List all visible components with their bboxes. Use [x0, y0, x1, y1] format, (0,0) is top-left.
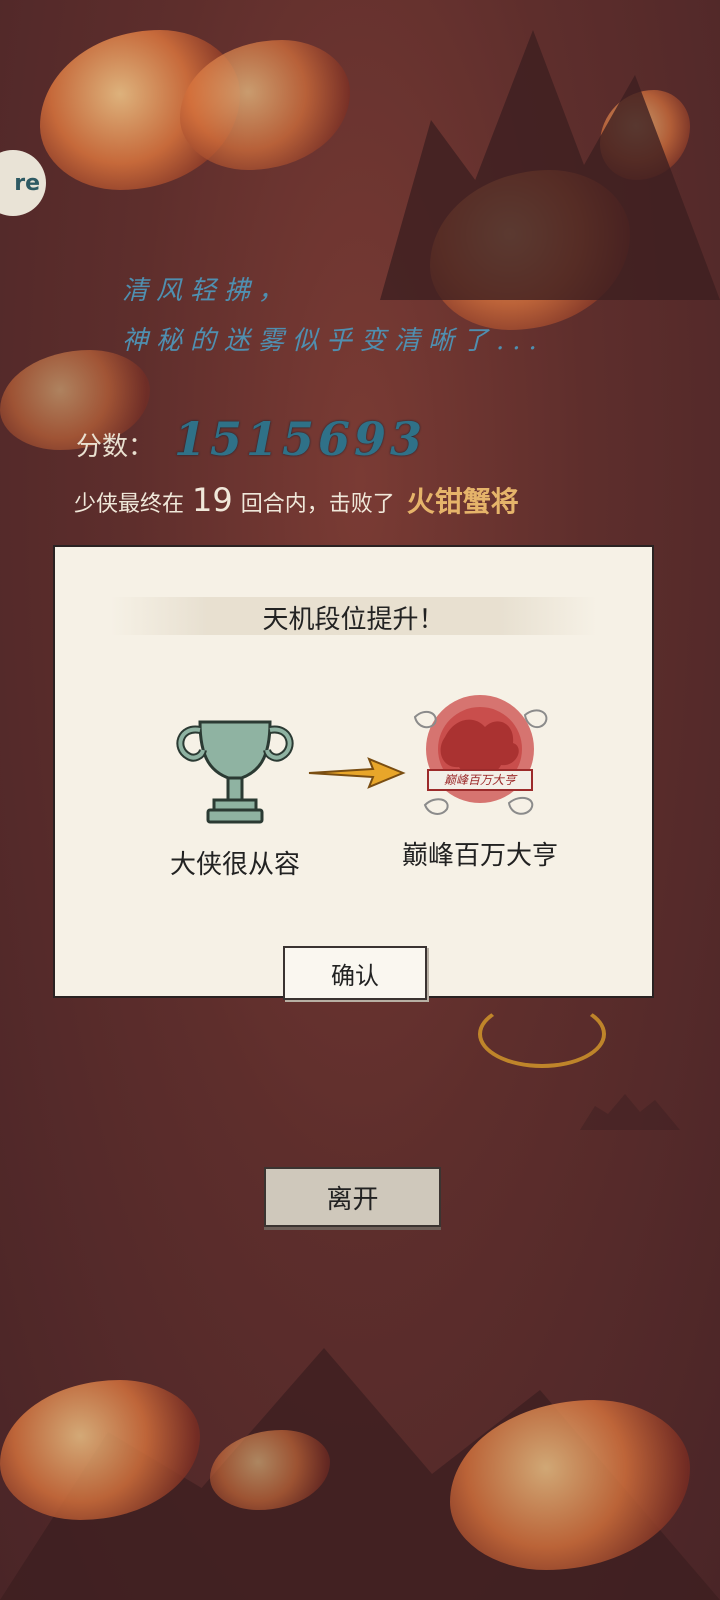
result-rounds: 19 — [192, 481, 233, 519]
result-boss-name: 火钳蟹将 — [406, 485, 519, 518]
score-label: 分数： — [76, 432, 155, 462]
poem-text: 清风轻拂， 神秘的迷雾似乎变清晰了... — [122, 266, 545, 366]
poem-line-2: 神秘的迷雾似乎变清晰了... — [122, 326, 545, 356]
to-rank-label: 巅峰百万大亨 — [401, 841, 558, 871]
dragon-seal-graphic — [413, 695, 548, 815]
confirm-button[interactable]: 确认 — [283, 946, 427, 1000]
game-badge-icon: re — [14, 170, 40, 196]
result-prefix: 少侠最终在 — [74, 492, 185, 517]
from-rank: 大侠很从容 — [155, 712, 315, 881]
score-row: 分数： 1515693 — [76, 412, 426, 466]
leave-button[interactable]: 离开 — [264, 1167, 441, 1227]
score-value: 1515693 — [174, 412, 427, 466]
rank-up-dialog: 天机段位提升！ 大侠很从容 巅峰百万大亨 巅峰百万大亨 确认 — [53, 545, 654, 1000]
seal-plate-text: 巅峰百万大亨 — [427, 769, 533, 791]
dialog-title: 天机段位提升！ — [262, 605, 445, 635]
dragon-seal-icon: 巅峰百万大亨 — [405, 687, 555, 825]
gold-ring-decoration — [478, 1000, 606, 1068]
result-middle: 回合内，击败了 — [240, 492, 395, 517]
trophy-icon — [176, 720, 294, 824]
to-rank: 巅峰百万大亨 巅峰百万大亨 — [380, 687, 580, 872]
poem-line-1: 清风轻拂， — [122, 276, 293, 306]
from-rank-label: 大侠很从容 — [169, 850, 300, 880]
mountain-decoration — [580, 1094, 680, 1130]
result-row: 少侠最终在 19 回合内，击败了 火钳蟹将 — [74, 480, 519, 520]
